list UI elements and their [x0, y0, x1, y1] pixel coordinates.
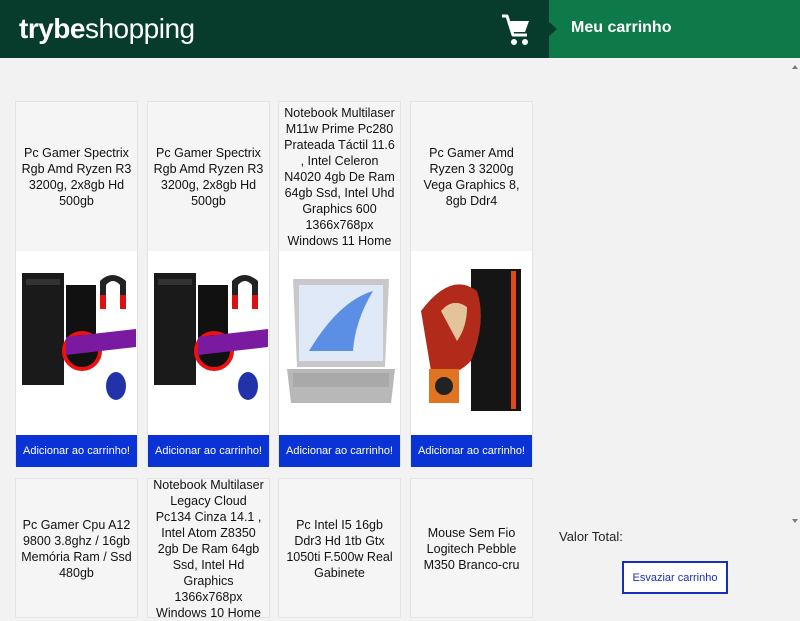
product-image[interactable] [148, 251, 269, 435]
add-to-cart-button[interactable]: Adicionar ao carrinho! [279, 435, 400, 467]
product-card: Pc Gamer Amd Ryzen 3 3200g Vega Graphics… [410, 101, 533, 467]
add-to-cart-button[interactable]: Adicionar ao carrinho! [148, 435, 269, 467]
product-title: Pc Gamer Amd Ryzen 3 3200g Vega Graphics… [423, 145, 520, 208]
empty-cart-button[interactable]: Esvaziar carrinho [622, 561, 728, 594]
cart-header: Meu carrinho [549, 0, 800, 58]
product-card: Notebook Multilaser M11w Prime Pc280 Pra… [278, 101, 401, 467]
product-card: Pc Gamer Spectrix Rgb Amd Ryzen R3 3200g… [147, 101, 270, 467]
logo-bold: trybe [19, 13, 85, 44]
product-title: Pc Gamer Spectrix Rgb Amd Ryzen R3 3200g… [21, 145, 132, 208]
logo-light: shopping [84, 13, 195, 44]
scroll-down-arrow-icon[interactable] [792, 519, 798, 523]
cart-scrollbar[interactable] [790, 58, 800, 600]
product-title: Mouse Sem Fio Logitech Pebble M350 Branc… [423, 526, 520, 572]
product-image[interactable] [16, 251, 137, 435]
product-title: Notebook Multilaser Legacy Cloud Pc134 C… [153, 478, 264, 620]
scroll-up-arrow-icon[interactable] [792, 65, 798, 69]
product-card: Mouse Sem Fio Logitech Pebble M350 Branc… [410, 478, 533, 618]
logo[interactable]: trybeshopping [19, 14, 195, 44]
product-card: Pc Intel I5 16gb Ddr3 Hd 1tb Gtx 1050ti … [278, 478, 401, 618]
product-image[interactable] [411, 251, 532, 435]
add-to-cart-button[interactable]: Adicionar ao carrinho! [411, 435, 532, 467]
product-card: Notebook Multilaser Legacy Cloud Pc134 C… [147, 478, 270, 620]
cart-panel: Meu carrinho Valor Total: Esvaziar carri… [549, 0, 800, 600]
product-title: Pc Intel I5 16gb Ddr3 Hd 1tb Gtx 1050ti … [286, 518, 393, 580]
add-to-cart-button[interactable]: Adicionar ao carrinho! [16, 435, 137, 467]
product-image[interactable] [279, 251, 400, 435]
top-header: trybeshopping [0, 0, 549, 58]
product-title: Notebook Multilaser M11w Prime Pc280 Pra… [284, 105, 395, 248]
product-title: Pc Gamer Spectrix Rgb Amd Ryzen R3 3200g… [153, 145, 264, 208]
product-title: Pc Gamer Cpu A12 9800 3.8ghz / 16gb Memó… [21, 518, 132, 580]
cart-header-notch [549, 22, 557, 36]
product-card: Pc Gamer Spectrix Rgb Amd Ryzen R3 3200g… [15, 101, 138, 467]
cart-title: Meu carrinho [571, 19, 672, 36]
shopping-cart-icon[interactable] [500, 12, 532, 48]
product-card: Pc Gamer Cpu A12 9800 3.8ghz / 16gb Memó… [15, 478, 138, 618]
total-label: Valor Total: [559, 529, 623, 544]
